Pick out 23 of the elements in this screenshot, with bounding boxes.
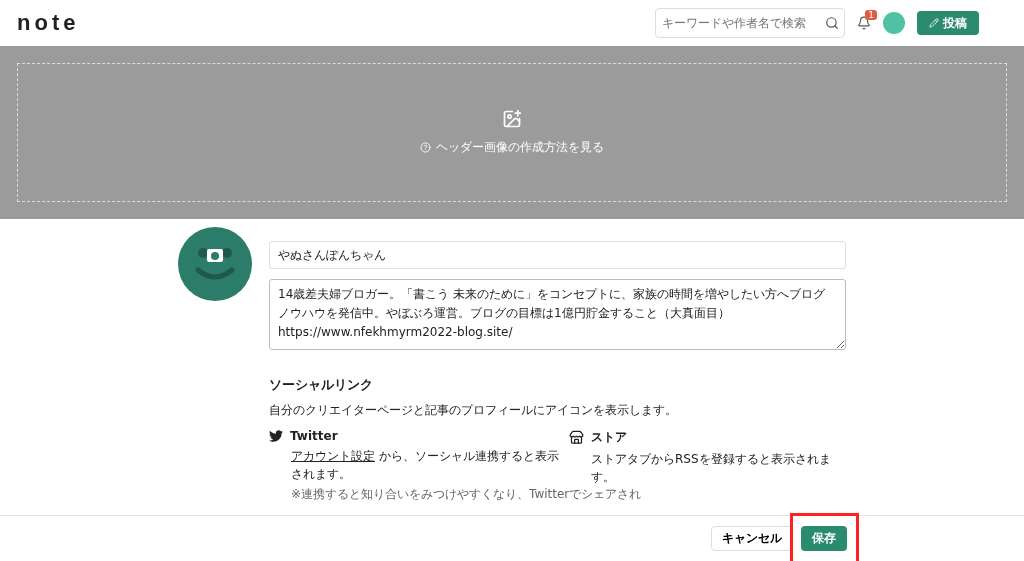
social-text: ストアタブからRSSを登録すると表示されます。 xyxy=(590,451,832,486)
save-button[interactable]: 保存 xyxy=(801,526,847,551)
bio-field[interactable]: 14歳差夫婦ブロガー。「書こう 未来のために」をコンセプトに、家族の時間を増やしたい方へブログノウハウを発信中。やぼぶろ運営。ブログの目標は1億円貯金すること（大真面目）https://www.nfekhmyrm2022-blog.site/ xyxy=(269,279,846,350)
account-settings-link[interactable]: アカウント設定 xyxy=(291,449,375,463)
search-icon[interactable] xyxy=(825,16,839,30)
logo[interactable]: note xyxy=(17,10,80,36)
help-icon xyxy=(420,142,431,153)
social-name: ストア xyxy=(591,429,627,446)
bell-icon[interactable] xyxy=(857,16,871,30)
bird-icon xyxy=(269,429,283,443)
search-field[interactable]: キーワードや作者名で検索 xyxy=(655,8,845,38)
section-title: ソーシャルリンク xyxy=(269,376,374,394)
pencil-icon xyxy=(929,18,939,28)
social-note: ※連携すると知り合いをみつけやすくなり、Twitterでシェアされ xyxy=(291,487,642,503)
image-plus-icon[interactable] xyxy=(502,109,522,129)
social-text: アカウント設定 から、ソーシャル連携すると表示されます。 xyxy=(290,448,560,483)
store-icon xyxy=(569,430,584,445)
post-button[interactable]: 投稿 xyxy=(917,11,979,35)
cancel-button[interactable]: キャンセル xyxy=(711,526,793,551)
section-description: 自分のクリエイターページと記事のプロフィールにアイコンを表示します。 xyxy=(269,402,678,419)
notification-badge: 1 xyxy=(865,10,877,20)
social-name: Twitter xyxy=(290,429,338,443)
name-field[interactable]: やぬさんぽんちゃん xyxy=(269,241,846,269)
